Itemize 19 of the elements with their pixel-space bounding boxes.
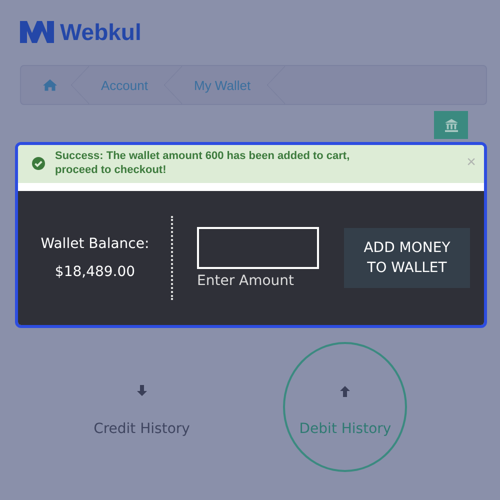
balance-amount: $18,489.00: [54, 264, 136, 280]
bank-icon: [444, 118, 458, 132]
breadcrumb-link[interactable]: Account: [89, 78, 164, 92]
alert-message: Success: The wallet amount 600 has been added to cart, proceed to checkout!: [55, 149, 351, 177]
balance-label: Wallet Balance:: [40, 236, 150, 252]
add-money-button[interactable]: ADD MONEY TO WALLET: [344, 228, 470, 288]
amount-field[interactable]: [197, 227, 319, 269]
check-circle-icon: [32, 156, 45, 170]
logo-icon: [20, 21, 54, 43]
history-tab[interactable]: Credit History: [80, 342, 204, 472]
bank-button[interactable]: [434, 111, 468, 139]
arrow-up-icon: [339, 385, 352, 397]
close-button[interactable]: ×: [466, 154, 476, 172]
arrow-down-icon: [136, 385, 148, 397]
history-tab[interactable]: Debit History: [283, 342, 408, 472]
logo-text: Webkul: [60, 18, 142, 46]
home-icon[interactable]: [43, 79, 57, 91]
breadcrumb-link[interactable]: My Wallet: [182, 78, 267, 92]
amount-label: Enter Amount: [197, 273, 296, 289]
